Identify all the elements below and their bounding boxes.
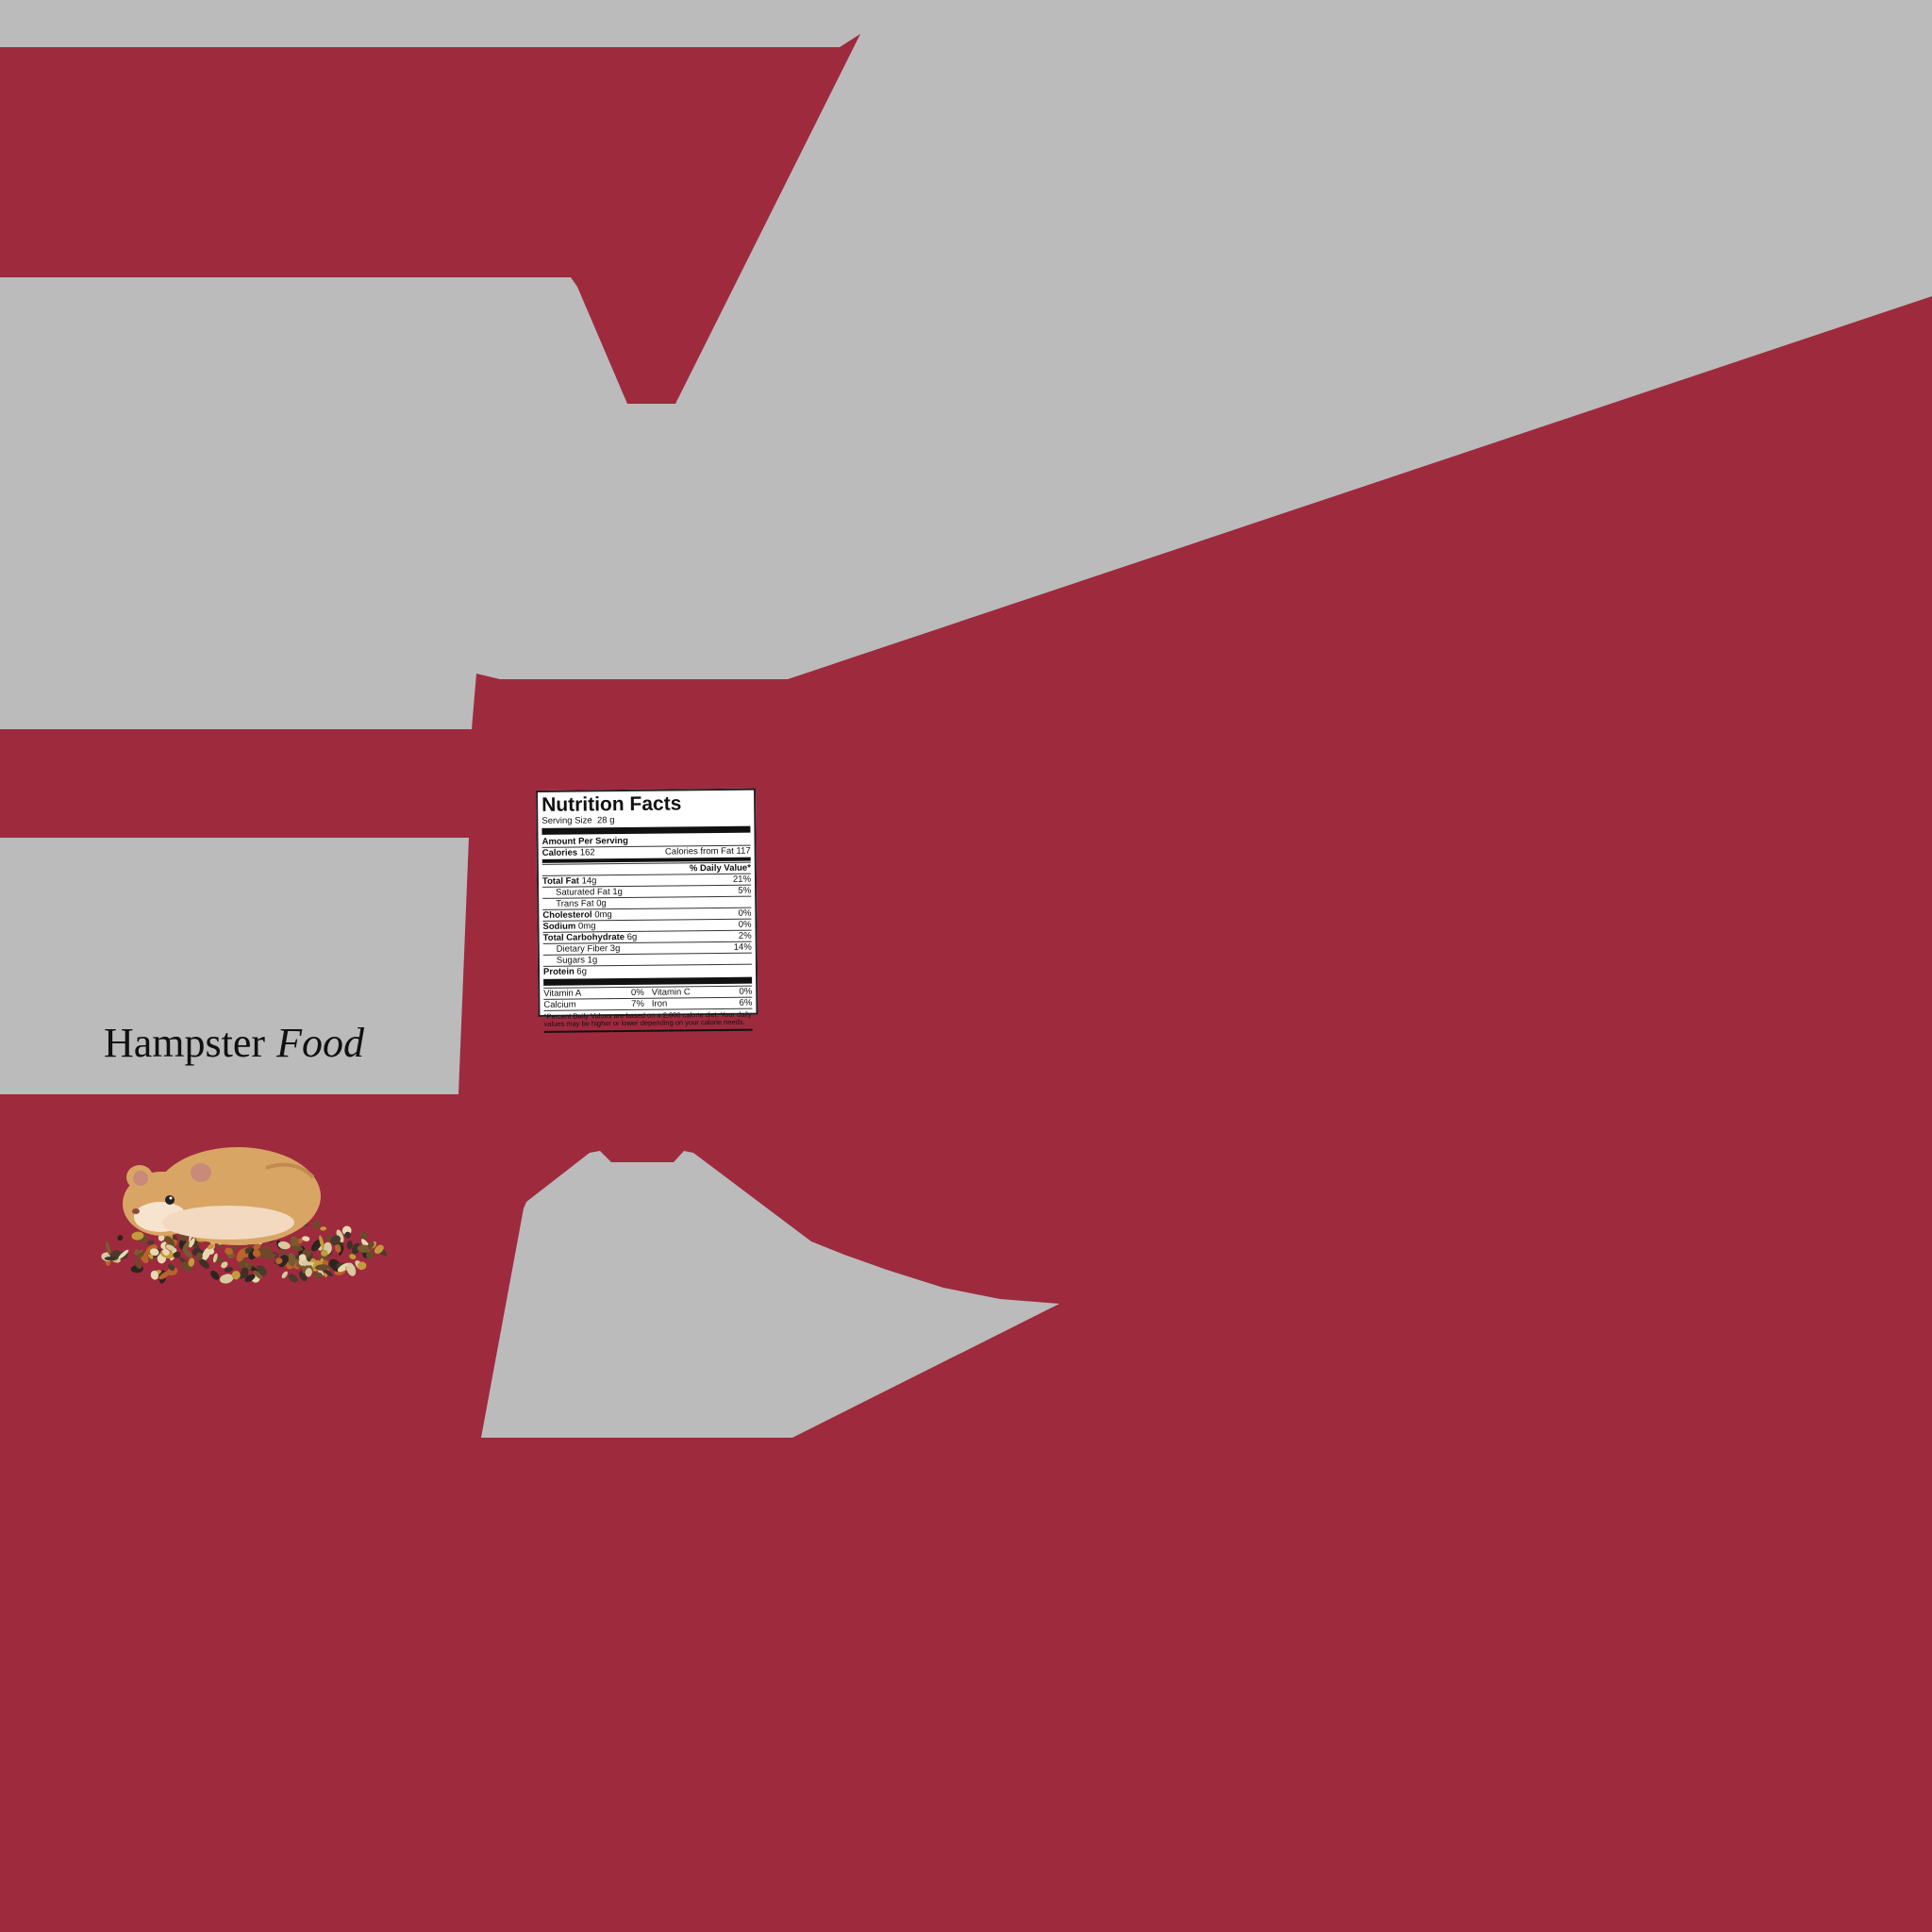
brand-name: Hampster Food [104, 1019, 364, 1067]
daily-value: 21% [732, 874, 752, 885]
hamster [123, 1147, 321, 1245]
hamster-illustration [101, 1147, 388, 1284]
nutrition-footnote: *Percent Daily Values are based on a 2,0… [543, 1008, 753, 1028]
serving-size: Serving Size 28 g [541, 815, 615, 826]
nutrition-facts-label: Nutrition Facts Serving Size 28 g Amount… [536, 788, 758, 1033]
vitamin-row: Calcium 7% Iron 6% [543, 996, 753, 1010]
packaging-layout [0, 0, 1932, 1438]
daily-value: 0% [738, 919, 752, 930]
daily-value: 0% [738, 908, 752, 919]
top-panel [0, 0, 1932, 729]
nutrient-row: Protein 6g [542, 963, 753, 977]
brand-name-part1: Hampster [104, 1020, 266, 1066]
calories-row: Calories 162 Calories from Fat 117 [541, 844, 751, 858]
vitamin-row: Vitamin A 0% Vitamin C 0% [543, 985, 753, 999]
bottom-flap-panel [481, 1151, 1059, 1438]
nutrition-title: Nutrition Facts [541, 792, 682, 816]
daily-value: 2% [738, 930, 752, 941]
brand-name-part2: Food [276, 1020, 364, 1066]
vitamin-rows: Vitamin A 0% Vitamin C 0% Calcium 7% Iron 6% [543, 985, 753, 1010]
nutrient-rows: Total Fat 14g 21% Saturated Fat 1g 5% Trans … [541, 873, 753, 977]
daily-value: 5% [738, 885, 752, 896]
daily-value: 14% [733, 941, 752, 953]
